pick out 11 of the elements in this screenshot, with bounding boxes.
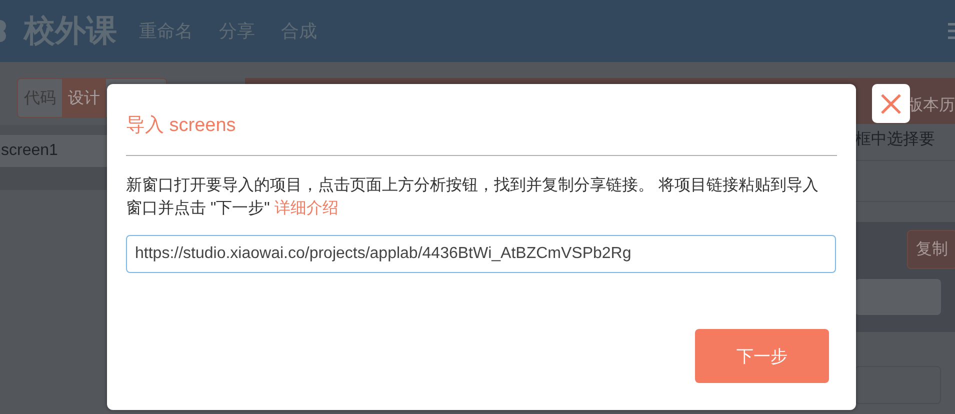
menu-icon[interactable] xyxy=(948,23,955,39)
view-tab[interactable]: 设计 xyxy=(62,79,106,117)
url-input-field[interactable]: https://studio.xiaowai.co/projects/applab/4436BtWi_AtBZCmVSPb2Rg xyxy=(126,235,836,273)
close-icon xyxy=(880,92,902,114)
copy-button[interactable]: 复制 xyxy=(907,230,955,269)
instruction-text: 新窗口打开要导入的项目，点击页面上方分析按钮，找到并复制分享链接。 将项目链接粘贴到导入窗口并点击 "下一步" 详细介绍 xyxy=(126,176,820,219)
details-link[interactable]: 详细介绍 xyxy=(274,200,338,217)
dialog-title: 导入 screens xyxy=(126,114,237,138)
link-field[interactable] xyxy=(855,279,941,315)
close-button[interactable] xyxy=(872,84,910,123)
next-button[interactable]: 下一步 xyxy=(695,329,829,383)
